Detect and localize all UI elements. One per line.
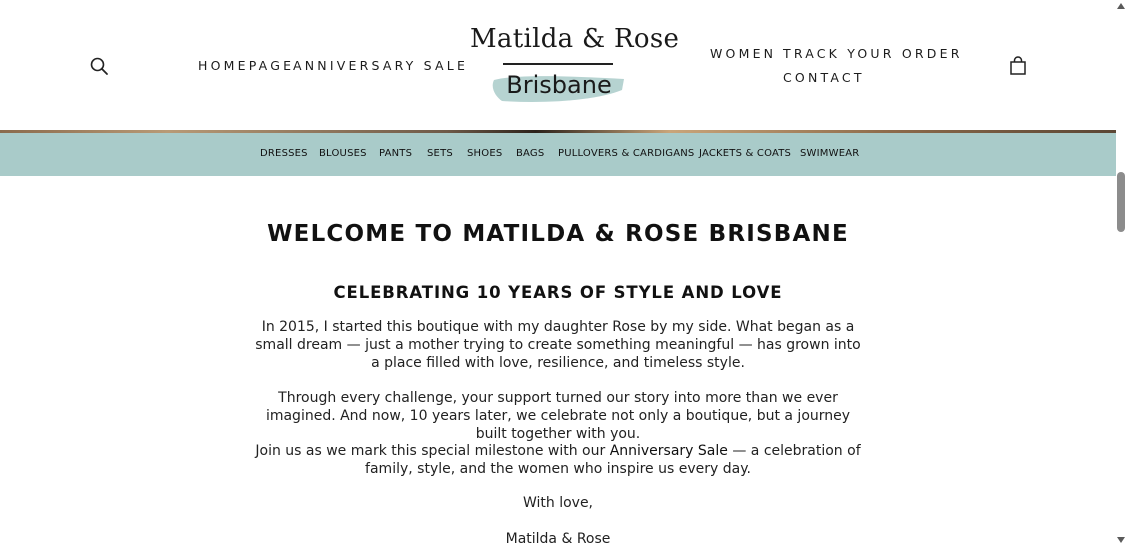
anniversary-sale-link[interactable]: Anniversary Sale	[610, 443, 728, 459]
logo-title: Matilda & Rose	[470, 24, 680, 54]
category-nav: DRESSES BLOUSES PANTS SETS SHOES BAGS PU…	[0, 133, 1116, 176]
site-header: HOMEPAGE ANNIVERSARY SALE Matilda & Rose…	[0, 0, 1116, 130]
logo-divider	[503, 63, 613, 65]
category-swimwear[interactable]: SWIMWEAR	[800, 148, 859, 159]
nav-track-order[interactable]: TRACK YOUR ORDER	[783, 46, 963, 61]
sale-text-before: Join us as we mark this special mileston…	[255, 443, 610, 459]
intro-paragraph: In 2015, I started this boutique with my…	[255, 319, 861, 371]
logo-subtitle: Brisbane	[506, 71, 612, 99]
signoff-text: With love,	[522, 495, 594, 511]
cart-button[interactable]	[1009, 56, 1027, 76]
story-paragraph: Through every challenge, your support tu…	[265, 390, 851, 442]
cart-icon	[1010, 56, 1026, 75]
page-scrollbar[interactable]	[1116, 0, 1126, 545]
page: HOMEPAGE ANNIVERSARY SALE Matilda & Rose…	[0, 0, 1126, 545]
category-pullovers-cardigans[interactable]: PULLOVERS & CARDIGANS	[558, 148, 694, 159]
nav-women[interactable]: WOMEN	[710, 46, 776, 61]
category-pants[interactable]: PANTS	[379, 148, 412, 159]
signature-text: Matilda & Rose	[505, 531, 611, 545]
nav-contact[interactable]: CONTACT	[783, 70, 865, 85]
category-bags[interactable]: BAGS	[516, 148, 544, 159]
sale-paragraph: Join us as we mark this special mileston…	[250, 442, 866, 478]
page-title: WELCOME TO MATILDA & ROSE BRISBANE	[267, 221, 849, 247]
scroll-down-arrow-icon[interactable]	[1117, 537, 1125, 543]
category-shoes[interactable]: SHOES	[467, 148, 502, 159]
category-jackets-coats[interactable]: JACKETS & COATS	[699, 148, 791, 159]
search-button[interactable]	[89, 56, 109, 76]
scrollbar-thumb[interactable]	[1117, 172, 1125, 232]
section-subtitle: CELEBRATING 10 YEARS OF STYLE AND LOVE	[333, 283, 783, 302]
scroll-up-arrow-icon[interactable]	[1117, 3, 1125, 9]
nav-anniversary-sale[interactable]: ANNIVERSARY SALE	[293, 58, 468, 73]
category-dresses[interactable]: DRESSES	[260, 148, 308, 159]
category-sets[interactable]: SETS	[427, 148, 453, 159]
category-blouses[interactable]: BLOUSES	[319, 148, 367, 159]
nav-homepage[interactable]: HOMEPAGE	[198, 58, 294, 73]
site-logo[interactable]: Matilda & Rose Brisbane	[470, 22, 680, 112]
search-icon	[90, 57, 108, 75]
